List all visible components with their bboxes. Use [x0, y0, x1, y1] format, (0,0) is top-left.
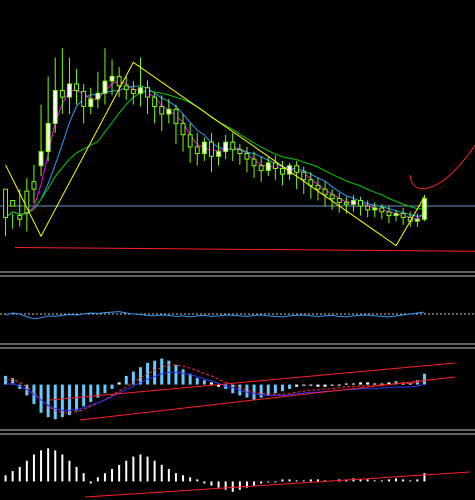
candle-body	[31, 181, 37, 190]
candle-body	[358, 200, 364, 207]
candle-body	[393, 213, 399, 217]
candle-body	[123, 85, 129, 91]
candle-body	[81, 90, 87, 107]
candle-body	[59, 90, 65, 98]
candle-body	[422, 198, 427, 220]
candle-body	[45, 122, 51, 153]
candle-body	[102, 80, 108, 94]
candle-body	[88, 98, 94, 107]
candle-body	[166, 108, 172, 115]
candle-body	[38, 151, 44, 167]
chart-canvas	[0, 0, 475, 500]
candle-body	[329, 194, 335, 200]
candle-body	[209, 141, 214, 157]
candle-body	[315, 184, 321, 190]
candle-body	[414, 218, 420, 222]
candle-body	[159, 106, 165, 115]
candle-body	[301, 171, 307, 181]
candle-body	[130, 89, 136, 94]
candle-body	[52, 90, 58, 124]
candle-body	[251, 158, 257, 167]
candle-body	[379, 207, 385, 213]
candle-body	[145, 87, 151, 98]
candle-body	[308, 179, 314, 186]
candle-body	[244, 153, 250, 160]
candle-body	[372, 207, 378, 211]
candle-body	[216, 151, 222, 157]
candle-body	[3, 188, 8, 218]
candle-body	[386, 211, 392, 217]
candle-body	[194, 146, 200, 154]
candle-body	[138, 87, 143, 94]
candle-body	[230, 141, 236, 151]
candle-body	[10, 200, 16, 207]
candle-body	[74, 83, 79, 92]
candle-body	[294, 165, 300, 173]
candle-body	[109, 75, 115, 82]
candle-body	[400, 213, 406, 218]
chart-background	[0, 0, 475, 500]
candle-body	[17, 215, 23, 220]
candle-body	[336, 198, 342, 203]
candle-body	[237, 149, 243, 154]
candle-body	[343, 201, 349, 205]
candle-body	[351, 200, 356, 205]
candle-body	[223, 141, 229, 153]
candle-body	[265, 162, 271, 171]
candle-body	[95, 92, 101, 100]
candle-body	[272, 162, 278, 169]
candle-body	[67, 83, 72, 98]
candle-body	[280, 168, 285, 175]
candle-body	[116, 75, 122, 87]
candle-body	[173, 108, 179, 124]
candle-body	[180, 122, 186, 136]
candle-body	[152, 96, 158, 107]
candle-body	[258, 165, 264, 171]
candle-body	[365, 205, 371, 211]
candle-body	[201, 141, 207, 154]
candle-body	[322, 188, 328, 196]
trading-chart	[0, 0, 475, 500]
candle-body	[187, 134, 193, 148]
